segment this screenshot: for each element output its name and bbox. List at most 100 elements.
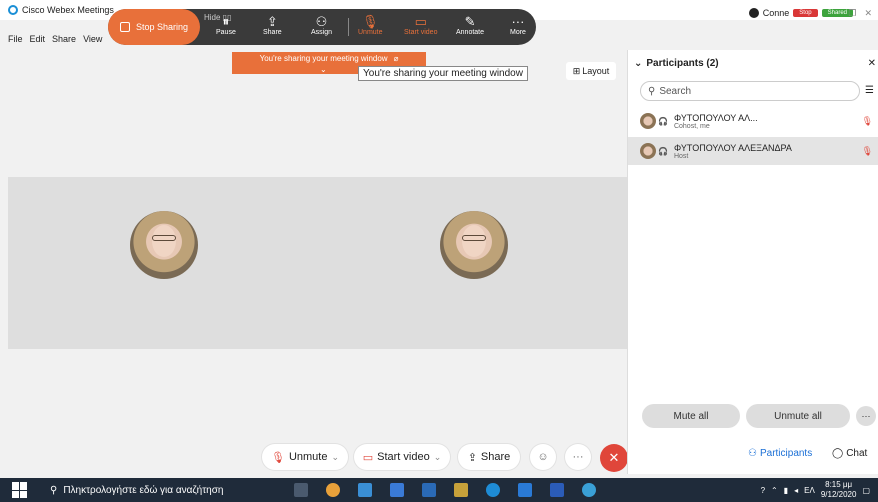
- chevron-down-icon[interactable]: ⌄: [320, 65, 327, 74]
- stop-icon: [119, 22, 130, 32]
- search-icon: ⚲: [648, 85, 656, 97]
- pause-button[interactable]: ⏸ Pause: [216, 15, 236, 37]
- more-bar-button[interactable]: ··· More: [510, 15, 526, 37]
- webex-taskbar-icon[interactable]: [582, 483, 596, 497]
- avatar-glasses: [462, 235, 486, 241]
- menu-share[interactable]: Share: [52, 34, 76, 44]
- sort-icon[interactable]: ☰: [865, 85, 874, 96]
- network-icon[interactable]: ▮: [784, 486, 788, 495]
- connection-label: Conne: [762, 8, 790, 18]
- language-indicator[interactable]: ΕΛ: [804, 486, 815, 495]
- search-icon: ⚲: [50, 484, 58, 496]
- mic-muted-icon: 🎙: [270, 451, 285, 464]
- webex-logo-icon: [8, 5, 18, 15]
- task-view-icon[interactable]: [294, 483, 308, 497]
- panel-more-button[interactable]: ···: [856, 406, 876, 426]
- share-label: Share: [263, 29, 282, 36]
- emoji-icon: ☺: [537, 451, 549, 463]
- video-tile[interactable]: [8, 177, 320, 349]
- photos-icon[interactable]: [518, 483, 532, 497]
- help-icon[interactable]: ?: [761, 486, 765, 495]
- chevron-down-icon[interactable]: ⌄: [434, 452, 442, 463]
- share-content-button[interactable]: ⇪ Share: [458, 444, 520, 470]
- edge-icon[interactable]: [486, 483, 500, 497]
- more-bar-label: More: [510, 29, 526, 36]
- menu-file[interactable]: File: [8, 34, 23, 44]
- share-content-label: Share: [480, 451, 511, 463]
- mic-muted-icon[interactable]: 🎙: [862, 116, 873, 127]
- assign-button[interactable]: ⚇ Assign: [311, 15, 333, 37]
- clock-date: 9/12/2020: [820, 490, 857, 499]
- chat-tab[interactable]: ◯ Chat: [832, 448, 867, 459]
- taskbar-search[interactable]: ⚲ Πληκτρολογήστε εδώ για αναζήτηση: [50, 485, 286, 496]
- participant-search-input[interactable]: ⚲ Search: [640, 81, 860, 101]
- more-options-button[interactable]: ···: [565, 444, 591, 470]
- stop-badge[interactable]: Stop: [793, 9, 818, 17]
- unmute-button[interactable]: 🎙 Unmute ⌄: [262, 444, 348, 470]
- menu-view[interactable]: View: [83, 34, 102, 44]
- store-icon[interactable]: [390, 483, 404, 497]
- chevron-down-icon[interactable]: ⌄: [634, 58, 642, 69]
- participant-row[interactable]: 🎧 ΦΥΤΟΠΟΥΛΟΥ ΑΛΕΞΑΝΔΡΑ Host 🎙: [628, 137, 878, 165]
- start-video-button[interactable]: ▭ Start video ⌄: [354, 444, 450, 470]
- menu-edit[interactable]: Edit: [30, 34, 46, 44]
- participant-name: ΦΥΤΟΠΟΥΛΟΥ ΑΛΕΞΑΝΔΡΑ: [673, 142, 792, 153]
- avatar: [640, 113, 656, 129]
- menu-bar: File Edit Share View: [0, 30, 102, 48]
- clock[interactable]: 8:15 μμ 9/12/2020: [821, 480, 857, 500]
- participants-tab[interactable]: ⚇ Participants: [748, 448, 812, 459]
- participant-row[interactable]: 🎧 ΦΥΤΟΠΟΥΛΟΥ ΑΛ... Cohost, me 🎙: [628, 107, 878, 135]
- participant-info: ΦΥΤΟΠΟΥΛΟΥ ΑΛΕΞΑΝΔΡΑ Host: [674, 143, 792, 160]
- layout-label: Layout: [582, 66, 610, 76]
- video-off-icon: ▭: [414, 14, 427, 29]
- participant-role: Cohost, me: [673, 122, 710, 130]
- mute-all-button[interactable]: Mute all: [642, 404, 740, 428]
- chat-icon: ◯: [832, 448, 844, 459]
- notification-icon[interactable]: ▢: [862, 486, 870, 495]
- file-explorer-icon[interactable]: [358, 483, 372, 497]
- panel-header[interactable]: ⌄ Participants (2): [634, 58, 719, 69]
- chrome-icon[interactable]: [326, 483, 340, 497]
- mic-muted-icon[interactable]: 🎙: [862, 146, 873, 157]
- search-placeholder: Search: [659, 85, 692, 97]
- end-meeting-button[interactable]: ✕: [600, 444, 628, 472]
- stop-sharing-button[interactable]: Stop Sharing: [108, 9, 200, 45]
- volume-icon[interactable]: ◂: [794, 486, 798, 495]
- chat-tab-label: Chat: [846, 448, 868, 459]
- more-icon: ···: [572, 451, 584, 463]
- chevron-up-icon[interactable]: ⌃: [771, 486, 778, 495]
- app-icon[interactable]: [454, 483, 468, 497]
- participant-name: ΦΥΤΟΠΟΥΛΟΥ ΑΛ...: [673, 112, 758, 123]
- start-video-label: Start video: [377, 451, 430, 463]
- panel-title: Participants (2): [646, 58, 719, 69]
- close-panel-icon[interactable]: ✕: [868, 58, 876, 69]
- mail-icon[interactable]: [422, 483, 436, 497]
- assign-label: Assign: [311, 29, 333, 36]
- avatar-face: [462, 225, 486, 257]
- close-window-icon[interactable]: ✕: [864, 8, 872, 19]
- unmute-all-button[interactable]: Unmute all: [746, 404, 850, 428]
- close-icon: ✕: [608, 450, 620, 465]
- person-icon: ⚇: [748, 448, 757, 459]
- clock-time: 8:15 μμ: [825, 480, 853, 489]
- headset-icon: 🎧: [658, 146, 668, 156]
- share-button[interactable]: ⇪ Share: [263, 15, 282, 37]
- start-video-bar-button[interactable]: ▭ Start video: [404, 14, 438, 37]
- stop-sharing-label: Stop Sharing: [135, 22, 189, 32]
- participant-avatar: [130, 211, 198, 279]
- video-tile[interactable]: [318, 177, 630, 349]
- windows-start-icon[interactable]: [12, 482, 28, 498]
- start-video-bar-label: Start video: [404, 29, 438, 36]
- sharing-tooltip: You're sharing your meeting window: [358, 66, 528, 81]
- window-controls: ❐ ✕: [848, 8, 872, 19]
- unmute-bar-label: Unmute: [358, 29, 383, 36]
- unmute-bar-button[interactable]: 🎙 Unmute: [358, 15, 383, 37]
- participant-info: ΦΥΤΟΠΟΥΛΟΥ ΑΛ... Cohost, me: [674, 113, 758, 130]
- annotate-label: Annotate: [456, 29, 485, 36]
- reactions-button[interactable]: ☺: [530, 444, 556, 470]
- restore-icon[interactable]: ❐: [848, 8, 856, 19]
- layout-button[interactable]: ⊞ Layout: [566, 62, 616, 80]
- word-icon[interactable]: [550, 483, 564, 497]
- annotate-button[interactable]: ✎ Annotate: [456, 15, 485, 37]
- chevron-down-icon[interactable]: ⌄: [331, 452, 339, 463]
